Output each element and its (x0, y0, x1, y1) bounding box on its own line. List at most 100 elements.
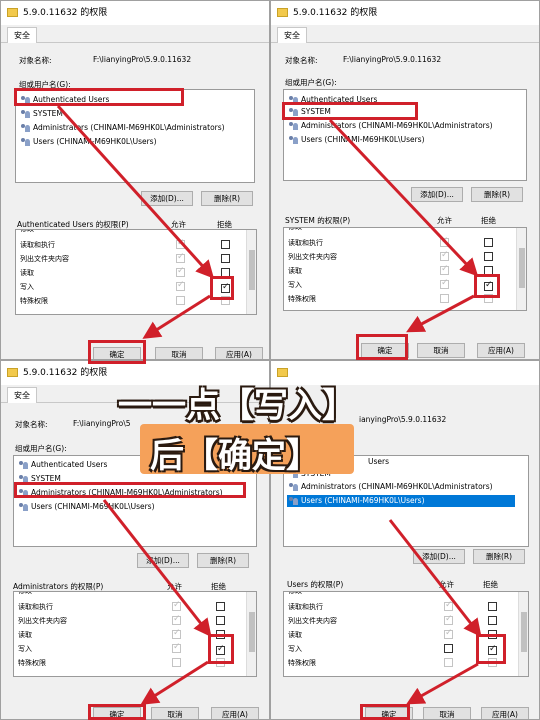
user-name: Administrators (CHINAMI-M69HK0L\Administ… (33, 123, 225, 132)
list-item-administrators[interactable]: Administrators (CHINAMI-M69HK0L\Administ… (287, 481, 493, 493)
cancel-button[interactable]: 取消 (151, 707, 199, 719)
remove-button[interactable]: 删除(R) (201, 191, 253, 206)
perm-row-read-execute: 读取和执行 (288, 603, 323, 611)
list-item-users[interactable]: Users (CHINAMI-M69HK0L\Users) (287, 134, 425, 146)
folder-icon (277, 8, 288, 17)
perm-row-modify: 修改 (288, 591, 302, 595)
allow-special-checkbox[interactable] (176, 296, 185, 305)
list-item-users[interactable]: Users (CHINAMI-M69HK0L\Users) (17, 501, 155, 513)
user-name: Authenticated Users (31, 460, 108, 469)
allow-list-folder-checkbox[interactable] (176, 252, 185, 263)
deny-read-execute-checkbox[interactable] (216, 602, 225, 611)
list-item-users-selected[interactable]: Users (CHINAMI-M69HK0L\Users) (287, 495, 515, 507)
apply-button[interactable]: 应用(A) (211, 707, 259, 719)
list-item-administrators[interactable]: Administrators (CHINAMI-M69HK0L\Administ… (19, 122, 225, 134)
list-item-administrators[interactable]: Administrators (CHINAMI-M69HK0L\Administ… (287, 120, 493, 132)
perm-row-modify: 修改 (288, 227, 302, 231)
scrollbar[interactable] (516, 228, 526, 310)
cancel-button[interactable]: 取消 (417, 343, 465, 358)
apply-button[interactable]: 应用(A) (477, 343, 525, 358)
highlight-deny-write-p4 (476, 634, 506, 664)
scrollbar[interactable] (246, 230, 256, 314)
deny-header: 拒绝 (483, 580, 498, 589)
allow-write-checkbox[interactable] (444, 644, 453, 653)
allow-read-checkbox[interactable] (440, 264, 449, 275)
apply-button[interactable]: 应用(A) (215, 347, 263, 359)
add-button[interactable]: 添加(D)... (413, 549, 465, 564)
scrollbar[interactable] (518, 592, 528, 676)
add-button[interactable]: 添加(D)... (137, 553, 189, 568)
remove-button[interactable]: 删除(R) (471, 187, 523, 202)
allow-write-checkbox[interactable] (176, 280, 185, 291)
dialog-title: 5.9.0.11632 的权限 (293, 8, 378, 18)
allow-special-checkbox[interactable] (172, 658, 181, 667)
allow-read-execute-checkbox[interactable] (440, 236, 449, 247)
perm-row-modify: 修改 (18, 591, 32, 595)
scroll-thumb[interactable] (249, 612, 255, 652)
dialog-title: 5.9.0.11632 的权限 (23, 8, 108, 18)
tab-bar: 安全 (1, 25, 269, 43)
deny-list-folder-checkbox[interactable] (221, 254, 230, 263)
allow-read-execute-checkbox[interactable] (172, 600, 181, 611)
users-icon (21, 110, 30, 118)
user-name: Users (368, 457, 390, 466)
allow-read-checkbox[interactable] (444, 628, 453, 639)
tab-security[interactable]: 安全 (7, 387, 37, 403)
deny-list-folder-checkbox[interactable] (484, 252, 493, 261)
highlight-system (282, 102, 418, 120)
scroll-thumb[interactable] (249, 250, 255, 290)
scroll-thumb[interactable] (521, 612, 527, 652)
tab-security[interactable]: 安全 (277, 27, 307, 43)
perm-row-read: 读取 (18, 631, 32, 639)
scrollbar[interactable] (246, 592, 256, 676)
perm-row-special: 特殊权限 (288, 295, 316, 303)
permissions-dialog-authenticated-users: 5.9.0.11632 的权限 安全 对象名称: F:\lianyingPro\… (0, 0, 270, 360)
add-button[interactable]: 添加(D)... (141, 191, 193, 206)
allow-list-folder-checkbox[interactable] (440, 250, 449, 261)
perm-row-write: 写入 (288, 281, 302, 289)
list-item-system[interactable]: SYSTEM (19, 108, 63, 120)
list-item-authenticated-users[interactable]: Users (354, 456, 389, 468)
deny-read-execute-checkbox[interactable] (484, 238, 493, 247)
user-name: Users (CHINAMI-M69HK0L\Users) (31, 502, 155, 511)
apply-button[interactable]: 应用(A) (481, 707, 529, 719)
allow-header: 允许 (439, 580, 454, 589)
object-name-value: F:\lianyingPro\5.9.0.11632 (343, 55, 442, 64)
users-icon (289, 497, 298, 505)
groups-label: 组或用户名(G): (15, 444, 67, 453)
user-name: Users (CHINAMI-M69HK0L\Users) (301, 135, 425, 144)
allow-write-checkbox[interactable] (440, 278, 449, 289)
object-name-value: F:\lianyingPro\5.9.0.11632 (93, 55, 192, 64)
allow-write-checkbox[interactable] (172, 642, 181, 653)
remove-button[interactable]: 删除(R) (197, 553, 249, 568)
deny-header: 拒绝 (481, 216, 496, 225)
user-name: Users (CHINAMI-M69HK0L\Users) (301, 496, 425, 505)
highlight-ok-p1 (88, 340, 146, 364)
object-name-label: 对象名称: (19, 56, 52, 65)
add-button[interactable]: 添加(D)... (411, 187, 463, 202)
list-item-users[interactable]: Users (CHINAMI-M69HK0L\Users) (19, 136, 157, 148)
users-icon (289, 136, 298, 144)
allow-list-folder-checkbox[interactable] (172, 614, 181, 625)
cancel-button[interactable]: 取消 (423, 707, 471, 719)
tab-security[interactable]: 安全 (7, 27, 37, 43)
scroll-thumb[interactable] (519, 248, 525, 288)
allow-list-folder-checkbox[interactable] (444, 614, 453, 625)
allow-special-checkbox[interactable] (440, 294, 449, 303)
highlight-ok-p2 (356, 334, 408, 360)
object-name-label: 对象名称: (15, 420, 48, 429)
cancel-button[interactable]: 取消 (155, 347, 203, 359)
deny-list-folder-checkbox[interactable] (488, 616, 497, 625)
remove-button[interactable]: 删除(R) (473, 549, 525, 564)
list-item-authenticated-users[interactable]: Authenticated Users (17, 459, 107, 471)
users-icon (21, 124, 30, 132)
instruction-text-line2: 后【确定】 (150, 436, 320, 476)
deny-read-execute-checkbox[interactable] (488, 602, 497, 611)
allow-read-checkbox[interactable] (176, 266, 185, 277)
allow-read-execute-checkbox[interactable] (176, 238, 185, 249)
allow-special-checkbox[interactable] (444, 658, 453, 667)
deny-read-execute-checkbox[interactable] (221, 240, 230, 249)
allow-read-checkbox[interactable] (172, 628, 181, 639)
allow-read-execute-checkbox[interactable] (444, 600, 453, 611)
deny-list-folder-checkbox[interactable] (216, 616, 225, 625)
